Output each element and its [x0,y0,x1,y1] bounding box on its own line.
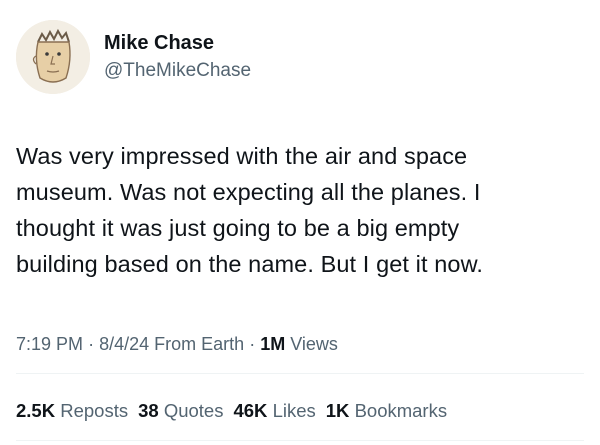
likes-stat[interactable]: 46K Likes [233,399,315,423]
tweet-meta: 7:19 PM · 8/4/24 From Earth · 1M Views [16,332,338,356]
tweet-header: Mike Chase @TheMikeChase [16,20,251,94]
divider [16,440,584,441]
meta-separator: · [249,334,256,354]
meta-separator: · [88,334,95,354]
tweet-time[interactable]: 7:19 PM [16,334,83,354]
author-handle[interactable]: @TheMikeChase [104,59,251,83]
engagement-stats: 2.5K Reposts 38 Quotes 46K Likes 1K Book… [16,399,447,423]
author-display-name[interactable]: Mike Chase [104,31,251,55]
avatar[interactable] [16,20,90,94]
tweet-text: Was very impressed with the air and spac… [16,138,584,282]
bookmarks-stat[interactable]: 1K Bookmarks [326,399,447,423]
author-names: Mike Chase @TheMikeChase [104,31,251,83]
bookmarks-count: 1K [325,400,350,421]
likes-label: Likes [272,400,316,421]
tweet-text-line: building based on the name. But I get it… [16,251,483,277]
tweet-source: From Earth [154,334,245,354]
quotes-stat[interactable]: 38 Quotes [138,399,223,423]
reposts-label: Reposts [60,400,129,421]
quotes-count: 38 [138,400,159,421]
divider [16,373,584,374]
tweet-text-line: Was very impressed with the air and spac… [16,143,468,169]
tweet-text-line: thought it was just going to be a big em… [16,215,460,241]
reposts-count: 2.5K [16,400,56,421]
views-count: 1M [260,334,286,354]
likes-count: 46K [233,400,268,421]
views-label: Views [290,334,338,354]
tweet-date[interactable]: 8/4/24 [99,334,149,354]
quotes-label: Quotes [163,400,224,421]
tweet-text-line: museum. Was not expecting all the planes… [16,179,481,205]
avatar-drawing [16,20,90,94]
bookmarks-label: Bookmarks [354,400,448,421]
reposts-stat[interactable]: 2.5K Reposts [16,399,128,423]
